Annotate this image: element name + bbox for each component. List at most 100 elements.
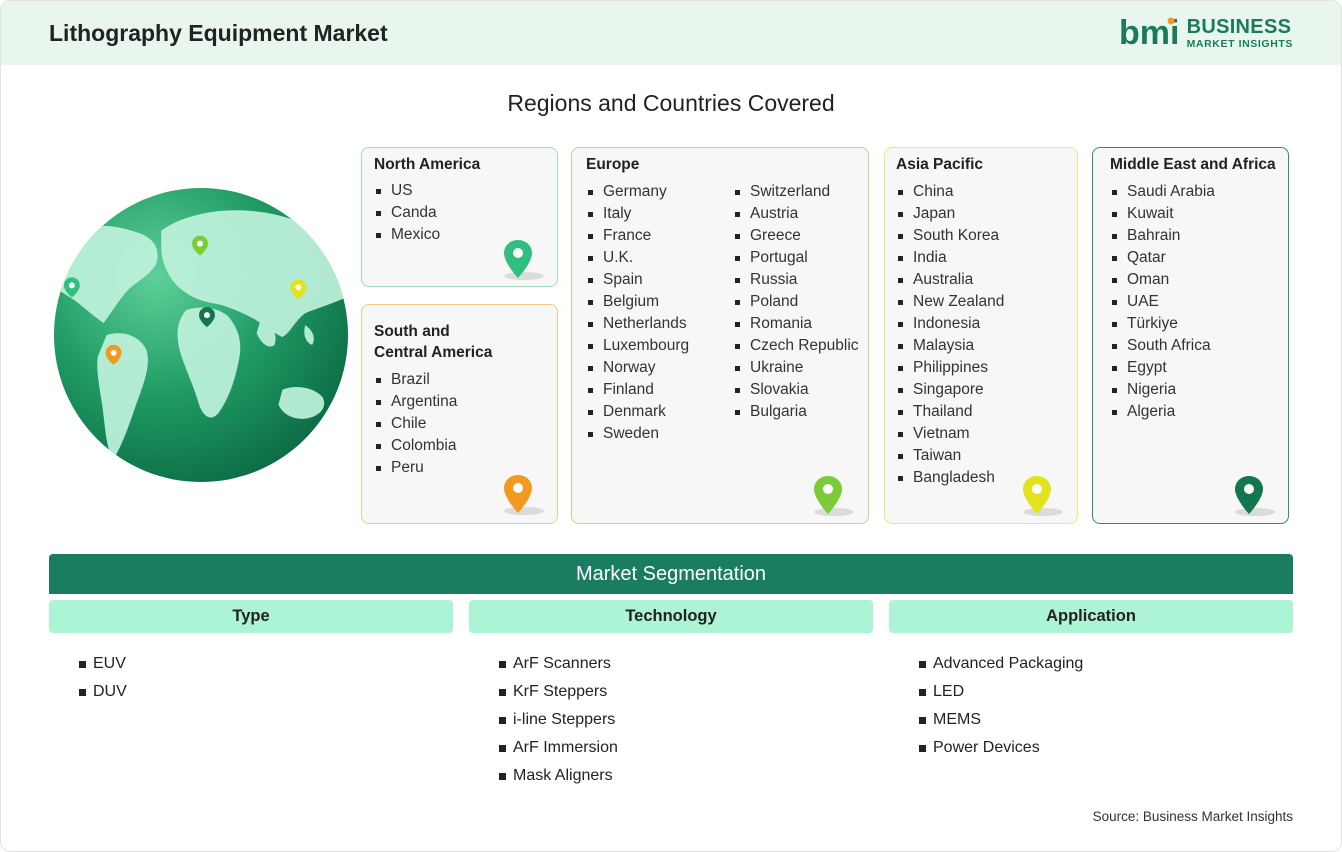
country-item: Qatar bbox=[1110, 247, 1215, 269]
segment-item: EUV bbox=[79, 650, 127, 678]
country-item: Türkiye bbox=[1110, 313, 1215, 335]
source-note: Source: Business Market Insights bbox=[1092, 809, 1293, 824]
region-title-asia-pacific: Asia Pacific bbox=[896, 156, 984, 173]
country-item: Russia bbox=[733, 269, 859, 291]
country-item: Norway bbox=[586, 357, 689, 379]
country-item: Malaysia bbox=[896, 335, 1004, 357]
country-item: Brazil bbox=[374, 369, 457, 391]
country-item: Belgium bbox=[586, 291, 689, 313]
map-pin-icon bbox=[1235, 476, 1275, 516]
page-title: Lithography Equipment Market bbox=[49, 20, 388, 46]
region-title-north-america: North America bbox=[374, 156, 481, 173]
globe-illustration bbox=[53, 187, 349, 483]
country-item: Spain bbox=[586, 269, 689, 291]
country-item: South Korea bbox=[896, 225, 1004, 247]
logo-line-1: BUSINESS bbox=[1186, 15, 1292, 38]
country-item: India bbox=[896, 247, 1004, 269]
country-item: Austria bbox=[733, 203, 859, 225]
segment-item: Power Devices bbox=[919, 734, 1083, 762]
country-item: Portugal bbox=[733, 247, 859, 269]
country-item: Thailand bbox=[896, 401, 1004, 423]
segment-heading-technology: Technology bbox=[469, 600, 873, 633]
europe-column-1: Germany Italy France U.K. Spain Belgium … bbox=[586, 181, 689, 445]
country-item: France bbox=[586, 225, 689, 247]
segment-item: ArF Scanners bbox=[499, 650, 618, 678]
map-pin-icon bbox=[504, 475, 544, 515]
region-card-middle-east-africa: Middle East and Africa Saudi Arabia Kuwa… bbox=[1092, 147, 1289, 524]
segment-item: Advanced Packaging bbox=[919, 650, 1083, 678]
map-pin-icon bbox=[1023, 476, 1063, 516]
country-item: Mexico bbox=[374, 224, 440, 246]
segment-item: DUV bbox=[79, 678, 127, 706]
region-title-south-central-america: South and Central America bbox=[374, 323, 493, 361]
country-item: Bahrain bbox=[1110, 225, 1215, 247]
segment-item: MEMS bbox=[919, 706, 1083, 734]
country-item: Germany bbox=[586, 181, 689, 203]
segment-item: LED bbox=[919, 678, 1083, 706]
country-item: Slovakia bbox=[733, 379, 859, 401]
country-item: New Zealand bbox=[896, 291, 1004, 313]
region-card-europe: Europe Germany Italy France U.K. Spain B… bbox=[571, 147, 869, 524]
segment-heading-type: Type bbox=[49, 600, 453, 633]
segment-item: KrF Steppers bbox=[499, 678, 618, 706]
segment-list-application: Advanced Packaging LED MEMS Power Device… bbox=[919, 650, 1083, 762]
country-item: U.K. bbox=[586, 247, 689, 269]
country-item: Egypt bbox=[1110, 357, 1215, 379]
country-item: Poland bbox=[733, 291, 859, 313]
country-item: Taiwan bbox=[896, 445, 1004, 467]
country-item: US bbox=[374, 180, 440, 202]
country-item: UAE bbox=[1110, 291, 1215, 313]
map-pin-icon bbox=[814, 476, 854, 516]
country-item: Japan bbox=[896, 203, 1004, 225]
country-item: Switzerland bbox=[733, 181, 859, 203]
country-item: Vietnam bbox=[896, 423, 1004, 445]
segment-item: i-line Steppers bbox=[499, 706, 618, 734]
country-item: Luxembourg bbox=[586, 335, 689, 357]
segment-heading-application: Application bbox=[889, 600, 1293, 633]
country-item: Bulgaria bbox=[733, 401, 859, 423]
country-item: Australia bbox=[896, 269, 1004, 291]
segment-item: Mask Aligners bbox=[499, 762, 618, 790]
bmi-logo-mark-icon: bmi bbox=[1119, 16, 1179, 50]
country-item: South Africa bbox=[1110, 335, 1215, 357]
region-title-middle-east-africa: Middle East and Africa bbox=[1110, 156, 1276, 173]
country-item: Nigeria bbox=[1110, 379, 1215, 401]
segmentation-banner: Market Segmentation bbox=[49, 554, 1293, 594]
country-item: Saudi Arabia bbox=[1110, 181, 1215, 203]
europe-column-2: Switzerland Austria Greece Portugal Russ… bbox=[733, 181, 859, 423]
country-item: Netherlands bbox=[586, 313, 689, 335]
country-item: Peru bbox=[374, 457, 457, 479]
region-title-europe: Europe bbox=[586, 156, 640, 173]
map-pin-icon bbox=[504, 240, 544, 280]
country-item: Ukraine bbox=[733, 357, 859, 379]
country-item: Oman bbox=[1110, 269, 1215, 291]
country-item: Finland bbox=[586, 379, 689, 401]
country-item: China bbox=[896, 181, 1004, 203]
bmi-logo: bmi BUSINESS MARKET INSIGHTS bbox=[1119, 15, 1293, 51]
country-item: Denmark bbox=[586, 401, 689, 423]
regions-title: Regions and Countries Covered bbox=[507, 90, 835, 116]
region-card-north-america: North America US Canda Mexico bbox=[361, 147, 558, 287]
segment-item: ArF Immersion bbox=[499, 734, 618, 762]
country-item: Canda bbox=[374, 202, 440, 224]
country-item: Bangladesh bbox=[896, 467, 1004, 489]
segment-list-technology: ArF Scanners KrF Steppers i-line Stepper… bbox=[499, 650, 618, 790]
country-item: Singapore bbox=[896, 379, 1004, 401]
segment-list-type: EUV DUV bbox=[79, 650, 127, 706]
country-item: Colombia bbox=[374, 435, 457, 457]
country-item: Philippines bbox=[896, 357, 1004, 379]
country-item: Greece bbox=[733, 225, 859, 247]
country-item: Romania bbox=[733, 313, 859, 335]
region-card-asia-pacific: Asia Pacific China Japan South Korea Ind… bbox=[884, 147, 1078, 524]
region-card-south-central-america: South and Central America Brazil Argenti… bbox=[361, 304, 558, 524]
country-item: Czech Republic bbox=[733, 335, 859, 357]
logo-line-2: MARKET INSIGHTS bbox=[1186, 37, 1293, 50]
country-item: Kuwait bbox=[1110, 203, 1215, 225]
country-item: Chile bbox=[374, 413, 457, 435]
country-item: Italy bbox=[586, 203, 689, 225]
country-item: Indonesia bbox=[896, 313, 1004, 335]
header-bar: Lithography Equipment Market bmi BUSINES… bbox=[1, 1, 1341, 65]
country-item: Sweden bbox=[586, 423, 689, 445]
country-item: Argentina bbox=[374, 391, 457, 413]
country-item: Algeria bbox=[1110, 401, 1215, 423]
